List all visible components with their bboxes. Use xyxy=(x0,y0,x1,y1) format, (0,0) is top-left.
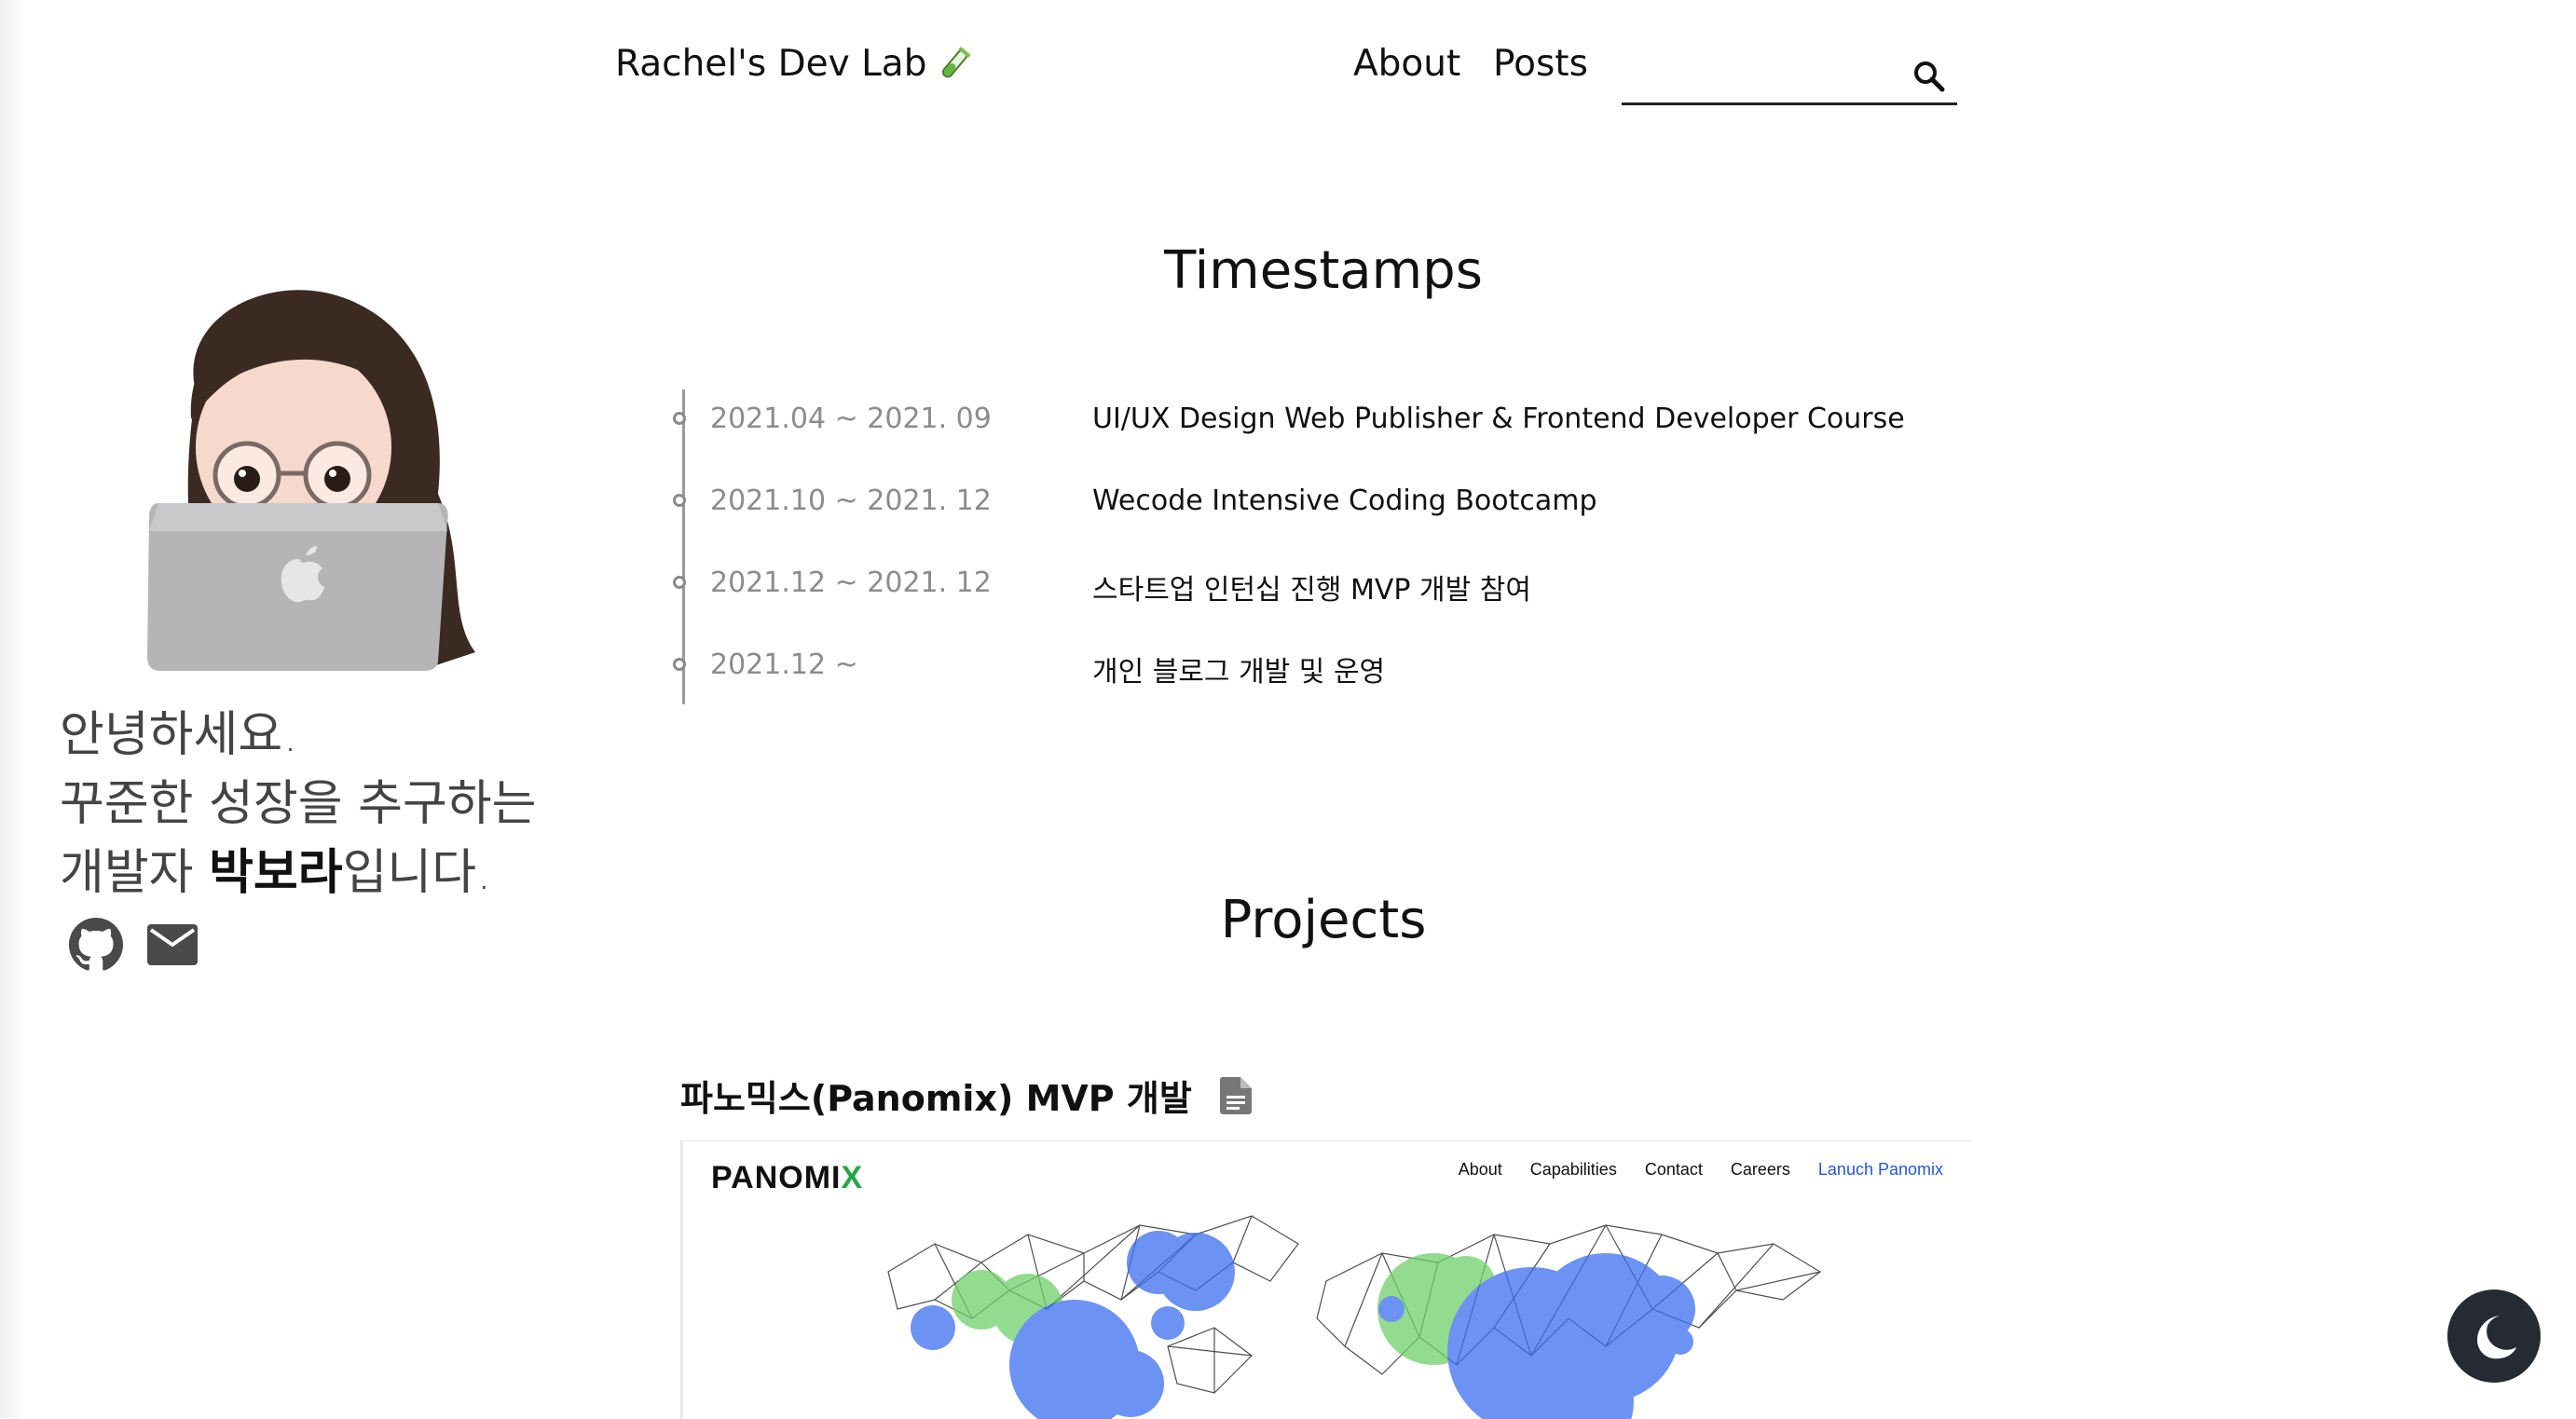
github-icon[interactable] xyxy=(69,918,123,972)
timeline-description: 스타트업 인턴십 진행 MVP 개발 참여 xyxy=(1092,574,1531,607)
social-links xyxy=(69,918,198,972)
avatar xyxy=(147,290,475,671)
greeting-line-3: 개발자 박보라입니다. xyxy=(60,839,536,907)
panomix-nav-item: Lanuch Panomix xyxy=(1817,1160,1943,1179)
panomix-nav: About Capabilities Contact Careers Lanuc… xyxy=(1459,1160,1943,1180)
panomix-logo: PANOMIX xyxy=(711,1160,863,1196)
timeline-dot xyxy=(673,576,686,589)
timeline-date: 2021.04 ~ 2021. 09 xyxy=(710,403,992,435)
author-name: 박보라 xyxy=(209,845,343,901)
timestamps-title: Timestamps xyxy=(1164,240,1483,301)
greeting-line-1: 안녕하세요. xyxy=(60,707,298,763)
panomix-nav-item: Capabilities xyxy=(1529,1160,1617,1179)
greeting-prefix: 개발자 xyxy=(60,845,210,901)
timeline-item: 2021.12 ~ 2021. 12 스타트업 인턴십 진행 MVP 개발 참여 xyxy=(673,566,1884,607)
test-tube-icon xyxy=(942,46,971,77)
project-screenshot[interactable]: PANOMIX About Capabilities Contact Caree… xyxy=(680,1140,1971,1419)
timeline-date: 2021.12 ~ 2021. 12 xyxy=(710,566,992,599)
timeline-dot xyxy=(673,658,686,671)
nav-posts-link[interactable]: Posts xyxy=(1493,43,1588,85)
greeting-suffix: 입니다. xyxy=(342,845,492,901)
timeline-dot xyxy=(673,412,686,425)
search-input[interactable] xyxy=(1622,54,1896,97)
timeline-description: 개인 블로그 개발 및 운영 xyxy=(1092,656,1386,689)
project-title: 파노믹스(Panomix) MVP 개발 xyxy=(680,1070,1252,1121)
project-title-text: 파노믹스(Panomix) MVP 개발 xyxy=(680,1078,1192,1119)
moon-icon xyxy=(2477,1316,2516,1359)
nav-about-link[interactable]: About xyxy=(1353,43,1460,85)
panomix-logo-x: X xyxy=(841,1160,864,1195)
panomix-nav-item: Careers xyxy=(1730,1160,1790,1179)
greeting-line-2: 꾸준한 성장을 추구하는 xyxy=(60,776,537,832)
panomix-nav-item: Contact xyxy=(1644,1160,1703,1179)
timeline-date: 2021.10 ~ 2021. 12 xyxy=(710,484,992,517)
mail-icon[interactable] xyxy=(147,924,198,965)
search-icon[interactable] xyxy=(1911,58,1948,95)
dark-mode-toggle[interactable] xyxy=(2447,1289,2541,1383)
page-left-shadow xyxy=(0,0,26,1418)
timeline-item: 2021.10 ~ 2021. 12 Wecode Intensive Codi… xyxy=(673,484,1884,522)
timeline-dot xyxy=(673,494,686,507)
timeline-description: UI/UX Design Web Publisher & Frontend De… xyxy=(1092,403,1905,435)
timeline-description: Wecode Intensive Coding Bootcamp xyxy=(1092,484,1597,517)
site-title[interactable]: Rachel's Dev Lab xyxy=(615,43,973,85)
site-title-text: Rachel's Dev Lab xyxy=(615,43,927,85)
timeline-item: 2021.04 ~ 2021. 09 UI/UX Design Web Publ… xyxy=(673,403,1905,440)
document-icon[interactable] xyxy=(1219,1076,1252,1114)
greeting-text: 안녕하세요. 꾸준한 성장을 추구하는 개발자 박보라입니다. xyxy=(60,701,536,907)
projects-title: Projects xyxy=(1220,890,1427,950)
panomix-logo-text: PANOMI xyxy=(711,1160,842,1195)
timeline-date: 2021.12 ~ xyxy=(710,648,858,681)
search-bar xyxy=(1622,47,1957,105)
timeline-item: 2021.12 ~ 개인 블로그 개발 및 운영 xyxy=(673,648,1884,689)
panomix-world-map xyxy=(887,1215,1822,1419)
panomix-nav-item: About xyxy=(1458,1160,1502,1179)
